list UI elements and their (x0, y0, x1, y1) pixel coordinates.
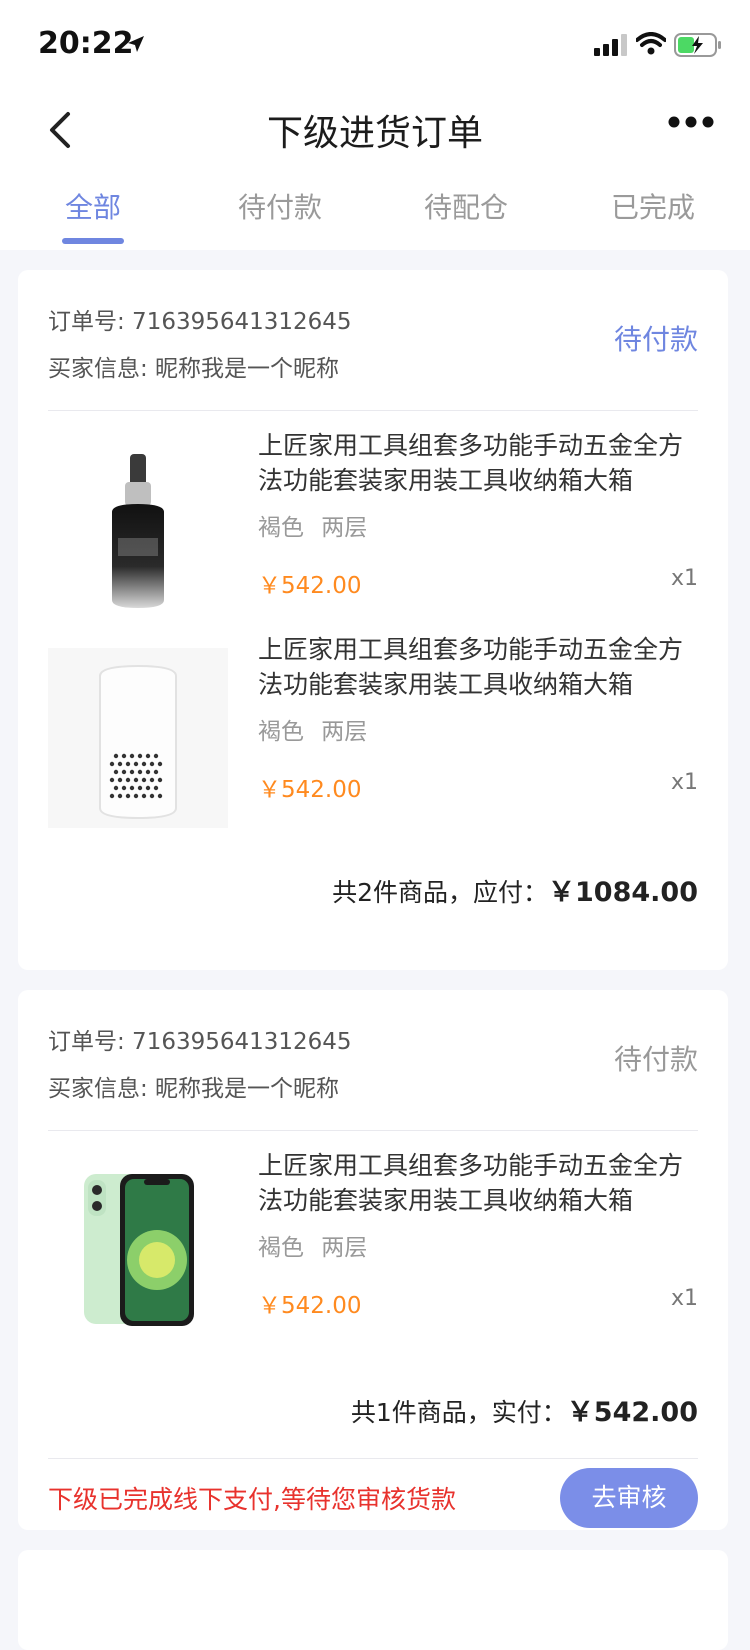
status-bar: 20:22 (0, 0, 750, 88)
product-price: ￥542.00 (258, 1293, 362, 1319)
status-time: 20:22 (38, 26, 134, 61)
divider (48, 1130, 698, 1131)
order-summary: 共2件商品，应付：￥1084.00 (332, 870, 698, 909)
order-status: 待付款 (613, 1043, 698, 1076)
product-name[interactable]: 上匠家用工具组套多功能手动五金全方法功能套装家用装工具收纳箱大箱 (258, 632, 688, 702)
summary-label: 共2件商品，应付： (332, 878, 549, 907)
serum-bottle-icon (112, 454, 164, 608)
order-summary: 共1件商品，实付：￥542.00 (351, 1390, 698, 1429)
divider (48, 1458, 698, 1459)
product-name[interactable]: 上匠家用工具组套多功能手动五金全方法功能套装家用装工具收纳箱大箱 (258, 1148, 688, 1218)
summary-label: 共1件商品，实付： (350, 1398, 567, 1427)
product-name[interactable]: 上匠家用工具组套多功能手动五金全方法功能套装家用装工具收纳箱大箱 (258, 428, 688, 498)
order-card[interactable] (18, 1550, 728, 1650)
product-image-serum[interactable] (48, 442, 228, 622)
payment-review-notice: 下级已完成线下支付,等待您审核货款 (48, 1485, 456, 1514)
product-price: ￥542.00 (258, 777, 362, 803)
product-image-speaker[interactable] (48, 648, 228, 828)
active-tab-indicator (62, 238, 124, 244)
cellular-signal-icon (594, 34, 628, 60)
product-spec: 褐色 两层 (258, 515, 368, 541)
product-price: ￥542.00 (258, 573, 362, 599)
buyer-info: 买家信息: 昵称我是一个昵称 (48, 1076, 340, 1102)
order-number: 订单号: 716395641312645 (48, 1029, 352, 1055)
product-quantity: x1 (670, 770, 698, 795)
tab-pending-warehouse[interactable]: 待配仓 (391, 186, 541, 226)
tab-pending-payment[interactable]: 待付款 (205, 186, 355, 226)
location-arrow-icon (126, 34, 146, 58)
tab-completed[interactable]: 已完成 (578, 186, 728, 226)
order-status: 待付款 (613, 323, 698, 356)
product-spec: 褐色 两层 (258, 719, 368, 745)
page-title: 下级进货订单 (266, 113, 483, 154)
phone-icon (84, 1174, 194, 1326)
order-card[interactable]: 订单号: 716395641312645 买家信息: 昵称我是一个昵称 待付款 … (18, 990, 728, 1530)
summary-amount: ￥1084.00 (548, 877, 698, 908)
product-spec: 褐色 两层 (258, 1235, 368, 1261)
review-button[interactable]: 去审核 (560, 1468, 698, 1528)
product-image-phone[interactable] (48, 1162, 228, 1342)
order-card[interactable]: 订单号: 716395641312645 买家信息: 昵称我是一个昵称 待付款 … (18, 270, 728, 970)
product-quantity: x1 (670, 566, 698, 591)
battery-charging-icon (674, 33, 722, 61)
more-options-icon[interactable] (668, 114, 714, 133)
speaker-icon (48, 648, 228, 828)
wifi-icon (635, 32, 667, 60)
order-number: 订单号: 716395641312645 (48, 309, 352, 335)
nav-bar: 下级进货订单 (0, 88, 750, 172)
summary-amount: ￥542.00 (566, 1397, 698, 1428)
buyer-info: 买家信息: 昵称我是一个昵称 (48, 356, 340, 382)
tab-all[interactable]: 全部 (18, 186, 168, 226)
divider (48, 410, 698, 411)
order-status-tabs: 全部 待付款 待配仓 已完成 (0, 172, 750, 250)
product-quantity: x1 (670, 1286, 698, 1311)
